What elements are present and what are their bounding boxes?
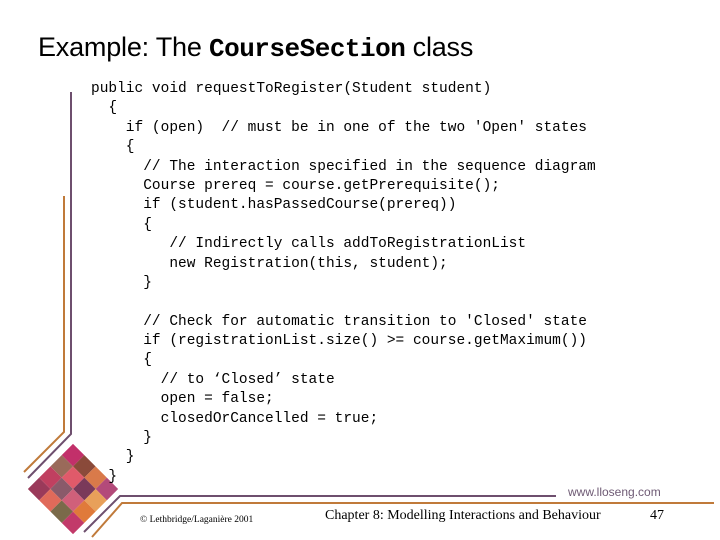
code-line: {	[91, 216, 152, 233]
code-line: public void requestToRegister(Student st…	[91, 81, 492, 97]
code-line: if (student.hasPassedCourse(prereq))	[91, 197, 457, 214]
code-line: }	[91, 430, 152, 447]
footer-copyright: © Lethbridge/Laganière 2001	[140, 515, 254, 525]
footer-url: www.lloseng.com	[568, 485, 661, 499]
code-line: // to ‘Closed’ state	[91, 371, 335, 388]
slide-title-prefix: Example: The	[38, 32, 209, 62]
code-line: if (open) // must be in one of the two '…	[91, 119, 587, 136]
slide-title: Example: The CourseSection class	[38, 32, 473, 64]
code-line: // Indirectly calls addToRegistrationLis…	[91, 236, 527, 253]
footer-page-number: 47	[650, 508, 664, 523]
code-line: open = false;	[91, 391, 274, 408]
code-listing: public void requestToRegister(Student st…	[91, 80, 596, 487]
code-line: // Check for automatic transition to 'Cl…	[91, 313, 587, 330]
code-line: Course prereq = course.getPrerequisite()…	[91, 177, 500, 194]
code-line: {	[91, 139, 135, 156]
code-line: }	[91, 468, 118, 485]
code-line: closedOrCancelled = true;	[91, 410, 379, 427]
orange-border-line	[23, 196, 65, 473]
code-line: new Registration(this, student);	[91, 255, 448, 272]
slide-title-suffix: class	[405, 32, 474, 62]
code-line: }	[91, 274, 152, 291]
code-line: if (registrationList.size() >= course.ge…	[91, 333, 587, 350]
footer-chapter-title: Chapter 8: Modelling Interactions and Be…	[325, 508, 601, 523]
code-line: // The interaction specified in the sequ…	[91, 158, 596, 175]
slide-title-class-name: CourseSection	[209, 34, 406, 64]
code-line: }	[91, 449, 135, 466]
code-line: {	[91, 100, 118, 117]
code-line: {	[91, 352, 152, 369]
